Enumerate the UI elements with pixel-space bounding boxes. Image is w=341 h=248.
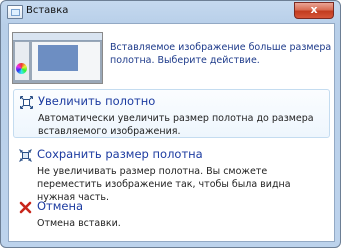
dialog-window: Вставка x Вставляемое изображение больше…: [0, 0, 341, 248]
window-title: Вставка: [26, 5, 69, 16]
paste-preview-image: [12, 32, 103, 84]
option-cancel-description: Отмена вставки.: [37, 218, 121, 229]
intro-message: Вставляемое изображение больше размера п…: [110, 42, 332, 66]
option-cancel[interactable]: Отмена Отмена вставки.: [13, 195, 328, 233]
keep-size-icon: [19, 149, 32, 162]
option-keep-canvas-size-title: Сохранить размер полотна: [37, 147, 203, 161]
option-expand-canvas-title: Увеличить полотно: [38, 94, 156, 108]
option-expand-canvas-description: Автоматически увеличить размер полотна д…: [38, 113, 314, 137]
option-expand-canvas[interactable]: Увеличить полотно Автоматически увеличит…: [13, 89, 330, 138]
preview-pane: [15, 42, 29, 80]
option-keep-canvas-size[interactable]: Сохранить размер полотна Не увеличивать …: [13, 143, 328, 203]
paint-app-icon: [7, 5, 23, 19]
expand-canvas-icon: [20, 96, 33, 109]
preview-toolbar: [13, 33, 102, 41]
option-cancel-title: Отмена: [37, 199, 84, 213]
red-x-icon: [19, 201, 32, 214]
dialog-content: Вставляемое изображение больше размера п…: [8, 23, 335, 242]
color-wheel-icon: [16, 63, 27, 74]
close-button[interactable]: x: [294, 2, 334, 19]
preview-pasted-image: [38, 45, 78, 71]
title-bar[interactable]: Вставка x: [1, 1, 340, 23]
